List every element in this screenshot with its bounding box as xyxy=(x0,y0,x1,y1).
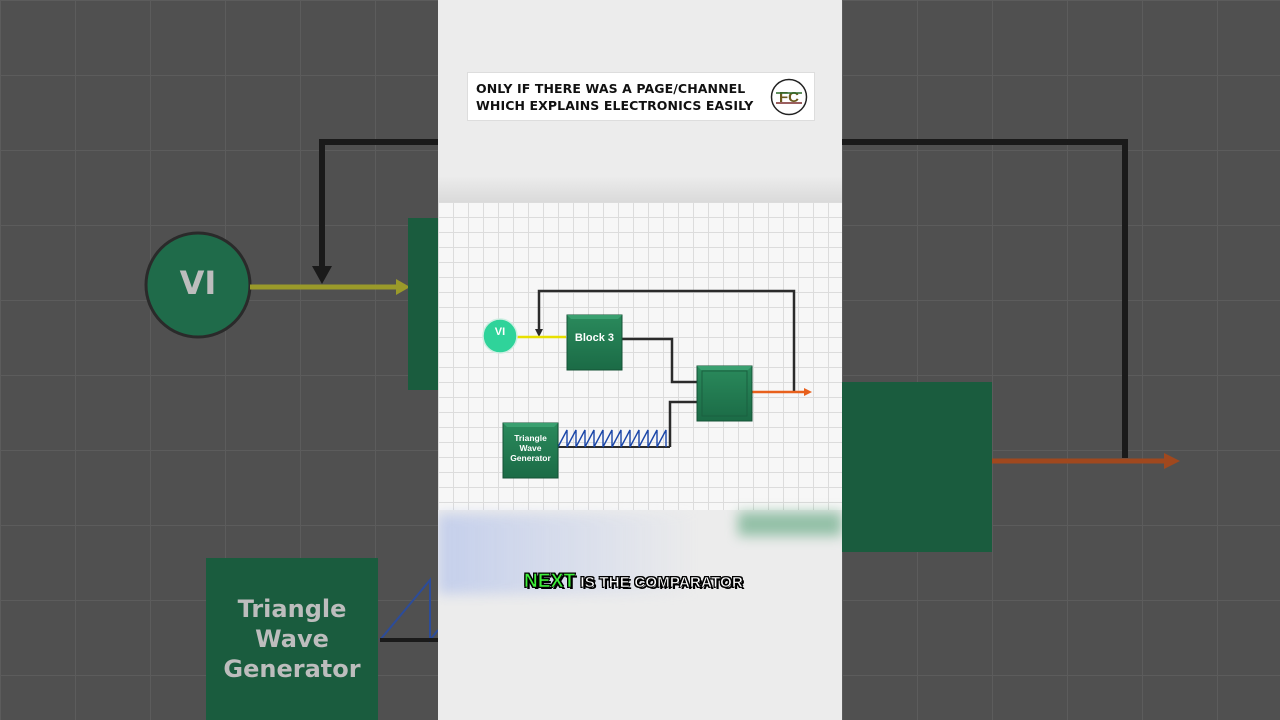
banner-line-2: WHICH EXPLAINS ELECTRONICS EASILY xyxy=(476,98,754,113)
generator-output-wire xyxy=(668,400,698,447)
right-background-diagram xyxy=(842,139,1180,552)
subtitle-caption: NEXT IS THE COMPARATOR xyxy=(524,571,743,593)
bg-generator-label: Triangle Wave Generator xyxy=(223,595,361,683)
caption-highlight-word: NEXT xyxy=(524,571,576,593)
block3-label: Block 3 xyxy=(574,332,615,344)
channel-logo-icon: FC xyxy=(770,78,808,116)
triangle-waveform xyxy=(557,429,667,448)
generator-label: Triangle Wave Generator xyxy=(510,433,551,463)
right-background-zoom xyxy=(842,0,1280,720)
bg-vi-label: VI xyxy=(179,264,217,302)
channel-banner: ONLY IF THERE WAS A PAGE/CHANNEL WHICH E… xyxy=(467,72,815,121)
center-panel: ONLY IF THERE WAS A PAGE/CHANNEL WHICH E… xyxy=(438,0,842,720)
left-background-zoom: VI Triangle Wave Generator xyxy=(0,0,438,720)
output-arrowhead xyxy=(804,388,812,396)
banner-text: ONLY IF THERE WAS A PAGE/CHANNEL WHICH E… xyxy=(476,80,753,114)
block-diagram xyxy=(482,289,812,479)
vi-label: VI xyxy=(494,326,506,338)
comparator-block xyxy=(696,365,753,422)
caption-text: IS THE COMPARATOR xyxy=(580,574,743,592)
bg-block3 xyxy=(408,218,438,390)
banner-line-1: ONLY IF THERE WAS A PAGE/CHANNEL xyxy=(476,81,746,96)
bg-comparator-block xyxy=(842,382,992,552)
header-shadow xyxy=(438,176,842,202)
block3-output-wire xyxy=(622,337,698,384)
blur-overlay-right xyxy=(738,512,842,536)
